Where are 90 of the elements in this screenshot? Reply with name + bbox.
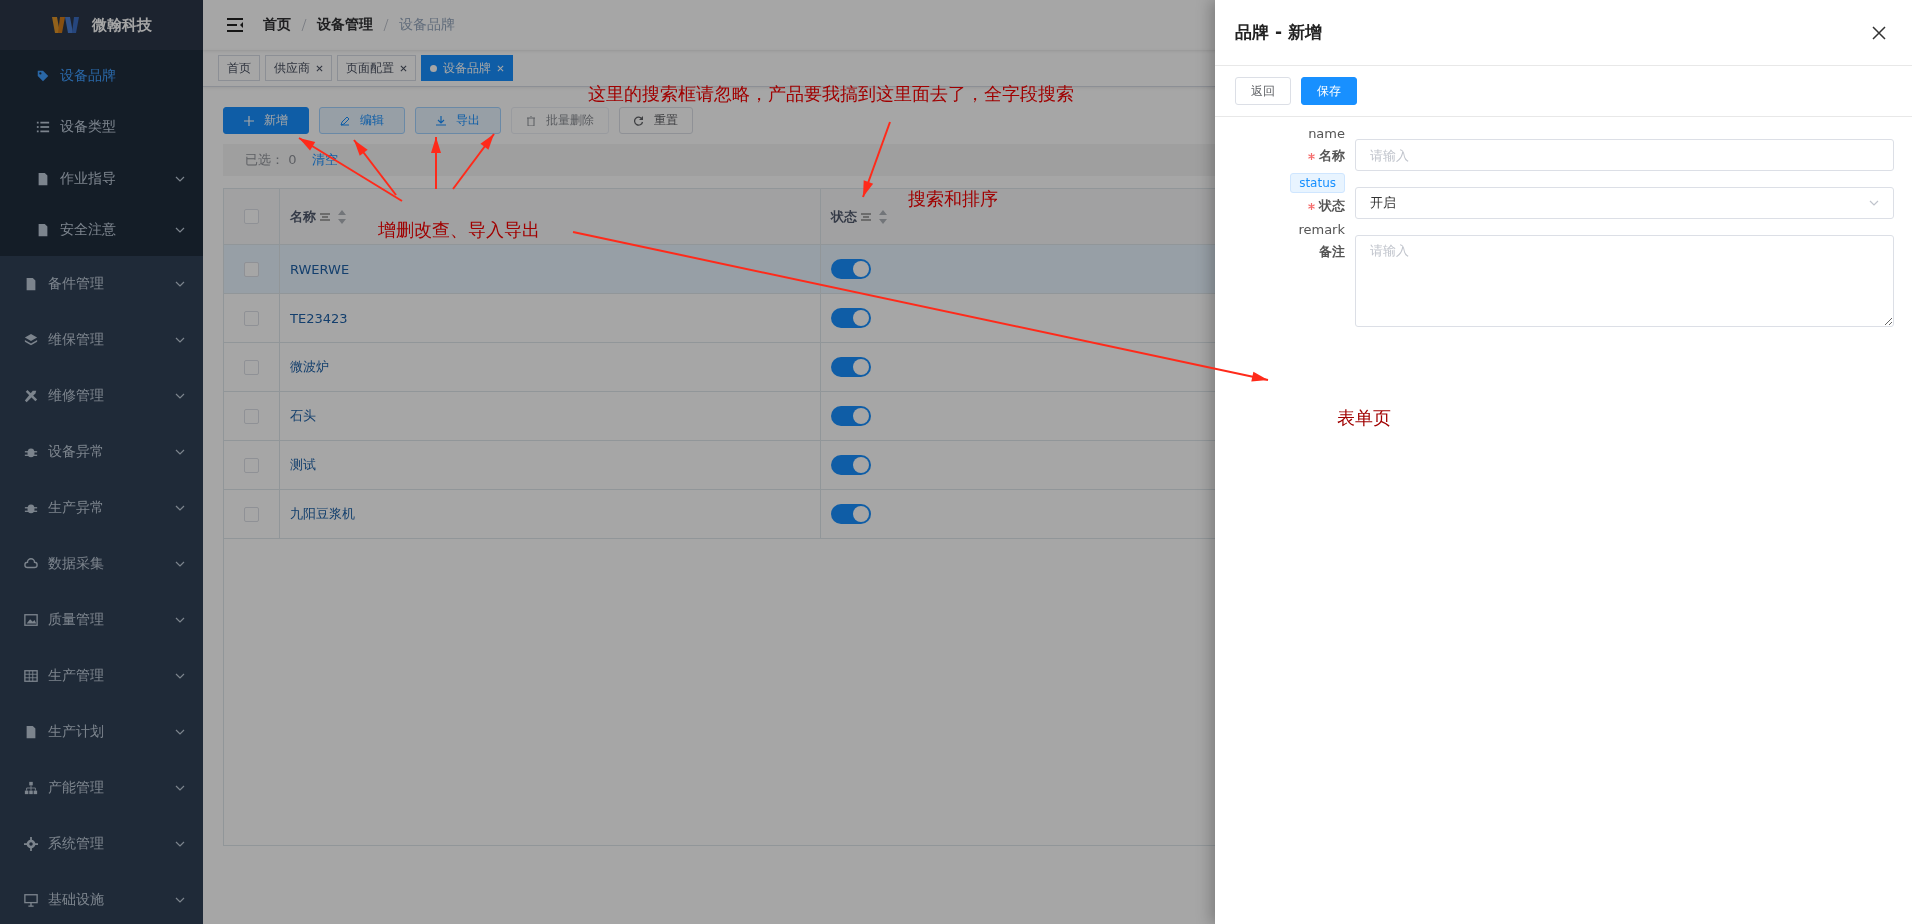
tag-icon: [36, 68, 50, 83]
image-icon: [24, 613, 38, 627]
toolbar-button[interactable]: 重置: [619, 107, 693, 134]
separator-icon: [301, 19, 307, 31]
drawer-title: 品牌 - 新增: [1235, 21, 1322, 44]
menu-item[interactable]: 生产管理: [0, 648, 203, 704]
toolbar-button[interactable]: 导出: [415, 107, 501, 134]
back-button[interactable]: 返回: [1235, 77, 1291, 105]
table-icon: [24, 669, 38, 683]
table-cell: 石头: [290, 407, 316, 425]
trash-icon: [526, 115, 536, 126]
toolbar-button[interactable]: 新增: [223, 107, 309, 134]
menu-item[interactable]: 维保管理: [0, 312, 203, 368]
annotation-text: 增删改查、导入导出: [378, 218, 540, 242]
menu-item[interactable]: 设备异常: [0, 424, 203, 480]
doc-icon: [24, 725, 38, 739]
field-key: name: [1308, 125, 1345, 143]
sort-icon[interactable]: [338, 209, 346, 224]
close-icon[interactable]: [1872, 25, 1886, 40]
sort-icon[interactable]: [879, 209, 887, 224]
list-icon: [36, 120, 50, 135]
selected-count: 已选： 0: [245, 151, 297, 169]
separator-icon: [383, 19, 389, 31]
tab[interactable]: 页面配置: [337, 55, 416, 81]
brand-name: 微翰科技: [91, 15, 152, 35]
layers-icon: [24, 333, 38, 347]
field-label: 名称: [1319, 147, 1345, 165]
plus-icon: [244, 115, 254, 126]
sitemap-icon: [24, 781, 38, 795]
chevron-icon: [1869, 200, 1879, 206]
toolbar-button[interactable]: 编辑: [319, 107, 405, 134]
tab[interactable]: 供应商: [265, 55, 332, 81]
doc-icon: [36, 171, 50, 186]
arrow: [452, 133, 495, 190]
wrench-icon: [24, 389, 38, 403]
doc-icon: [24, 277, 38, 291]
menu-item[interactable]: 系统管理: [0, 816, 203, 872]
toggle-switch[interactable]: [831, 357, 871, 377]
menu-item[interactable]: 质量管理: [0, 592, 203, 648]
toggle-switch[interactable]: [831, 308, 871, 328]
doc-icon: [36, 223, 50, 238]
input-field[interactable]: 请输入: [1355, 139, 1894, 171]
field-label: 备注: [1319, 243, 1345, 261]
menu-item[interactable]: 生产计划: [0, 704, 203, 760]
toggle-switch[interactable]: [831, 406, 871, 426]
monitor-icon: [24, 893, 38, 907]
dot-icon: [430, 64, 437, 72]
cloud-icon: [24, 557, 38, 571]
menu-item[interactable]: 设备类型: [0, 101, 203, 153]
menu-item[interactable]: 生产异常: [0, 480, 203, 536]
annotation-text: 搜索和排序: [908, 187, 998, 211]
menu-item[interactable]: 数据采集: [0, 536, 203, 592]
annotation-text: 这里的搜索框请忽略，产品要我搞到这里面去了，全字段搜索: [588, 82, 1074, 106]
tab[interactable]: 首页: [218, 55, 260, 81]
breadcrumb-item[interactable]: 首页: [263, 16, 291, 34]
field-key-tag: status: [1290, 173, 1345, 193]
toggle-switch[interactable]: [831, 259, 871, 279]
pencil-icon: [340, 115, 350, 126]
refresh-icon: [634, 115, 644, 126]
select-field[interactable]: 开启: [1355, 187, 1894, 219]
menu-item[interactable]: 设备品牌: [0, 50, 203, 102]
tab[interactable]: 设备品牌: [421, 55, 513, 81]
column-header: 状态: [831, 207, 857, 226]
table-cell: 微波炉: [290, 358, 329, 376]
download-icon: [436, 115, 446, 126]
table-cell: 九阳豆浆机: [290, 505, 355, 523]
table-cell: TE23423: [290, 310, 348, 326]
menu-item[interactable]: 基础设施: [0, 872, 203, 924]
logo-icon: [51, 17, 82, 33]
menu-item[interactable]: 安全注意: [0, 204, 203, 256]
save-button[interactable]: 保存: [1301, 77, 1357, 105]
breadcrumb-item: 设备品牌: [399, 16, 455, 34]
column-header: 名称: [290, 207, 316, 226]
menu-item[interactable]: 维修管理: [0, 368, 203, 424]
toggle-switch[interactable]: [831, 504, 871, 524]
filter-icon[interactable]: [320, 211, 330, 222]
field-label: 状态: [1319, 197, 1345, 215]
filter-icon[interactable]: [861, 211, 871, 222]
menu-item[interactable]: 备件管理: [0, 256, 203, 312]
toggle-switch[interactable]: [831, 455, 871, 475]
menu-item[interactable]: 作业指导: [0, 153, 203, 205]
field-key: remark: [1298, 221, 1345, 239]
breadcrumb-item[interactable]: 设备管理: [317, 16, 373, 34]
arrow: [431, 136, 441, 190]
table-cell: RWERWE: [290, 261, 350, 277]
annotation-text: 表单页: [1337, 406, 1391, 430]
menu-item[interactable]: 产能管理: [0, 760, 203, 816]
textarea-field[interactable]: 请输入: [1355, 235, 1894, 327]
table-cell: 测试: [290, 456, 316, 474]
menu-icon[interactable]: [227, 18, 243, 32]
